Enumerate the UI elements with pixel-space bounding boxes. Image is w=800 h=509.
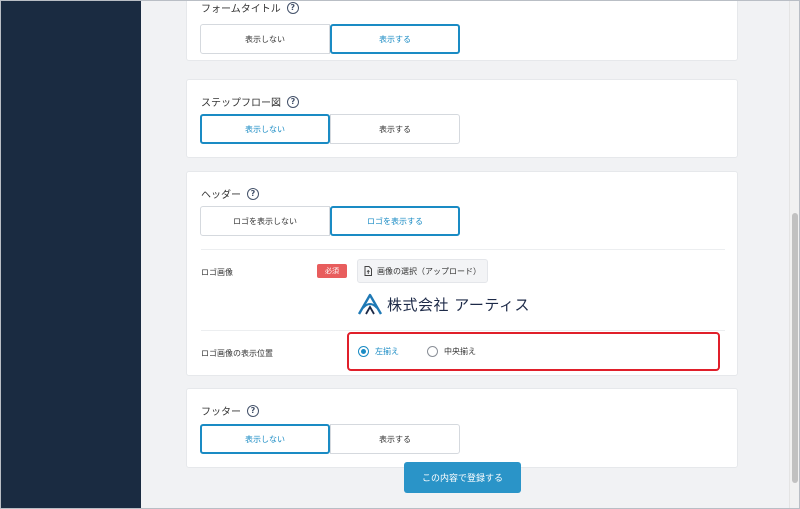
step-flow-toggle: 表示しない 表示する: [200, 114, 460, 144]
upload-image-button[interactable]: 画像の選択（アップロード）: [357, 259, 488, 283]
header-card: ヘッダー ? ロゴを表示しない ロゴを表示する ロゴ画像 必須 画像の選択（アッ…: [186, 171, 738, 376]
form-title-show-button[interactable]: 表示する: [330, 24, 460, 54]
align-center-option[interactable]: 中央揃え: [427, 346, 476, 357]
divider: [201, 330, 725, 331]
form-title-heading: フォームタイトル ?: [201, 1, 299, 15]
logo-position-radio-group: 左揃え 中央揃え: [347, 332, 720, 371]
step-flow-hide-button[interactable]: 表示しない: [200, 114, 330, 144]
help-icon[interactable]: ?: [247, 187, 259, 200]
footer-card: フッター ? 表示しない 表示する: [186, 388, 738, 468]
radio-unselected-icon[interactable]: [427, 346, 438, 357]
footer-hide-button[interactable]: 表示しない: [200, 424, 330, 454]
help-icon[interactable]: ?: [247, 404, 259, 417]
help-icon[interactable]: ?: [287, 95, 299, 108]
header-show-logo-button[interactable]: ロゴを表示する: [330, 206, 460, 236]
help-icon[interactable]: ?: [286, 1, 299, 14]
logo-image-label: ロゴ画像: [201, 268, 233, 277]
footer-label: フッター: [201, 407, 241, 418]
radio-selected-icon[interactable]: [358, 346, 369, 357]
divider: [201, 249, 725, 250]
upload-button-label: 画像の選択（アップロード）: [377, 266, 481, 276]
company-logo-text: 株式会社 アーティス: [387, 295, 530, 314]
align-left-option[interactable]: 左揃え: [358, 346, 399, 357]
footer-toggle: 表示しない 表示する: [200, 424, 460, 454]
main-content: フォームタイトル ? 表示しない 表示する ステップフロー図 ? 表示しない 表…: [141, 1, 789, 508]
company-logo-icon: [357, 293, 383, 315]
header-label: ヘッダー: [201, 190, 241, 201]
file-upload-icon: [364, 266, 372, 276]
step-flow-heading: ステップフロー図 ?: [201, 94, 299, 109]
form-title-hide-button[interactable]: 表示しない: [200, 24, 330, 54]
sidebar: [1, 1, 141, 508]
form-title-card: フォームタイトル ? 表示しない 表示する: [186, 1, 738, 61]
submit-button[interactable]: この内容で登録する: [404, 462, 521, 493]
footer-show-button[interactable]: 表示する: [330, 424, 460, 454]
required-badge: 必須: [317, 264, 347, 278]
step-flow-label: ステップフロー図: [201, 98, 281, 109]
step-flow-card: ステップフロー図 ? 表示しない 表示する: [186, 79, 738, 158]
logo-preview: 株式会社 アーティス: [357, 289, 533, 319]
align-left-label: 左揃え: [375, 347, 399, 356]
scrollbar-thumb[interactable]: [792, 213, 798, 483]
align-center-label: 中央揃え: [444, 347, 476, 356]
step-flow-show-button[interactable]: 表示する: [330, 114, 460, 144]
logo-position-label: ロゴ画像の表示位置: [201, 349, 273, 358]
header-hide-logo-button[interactable]: ロゴを表示しない: [200, 206, 330, 236]
scrollbar[interactable]: [789, 1, 799, 508]
header-toggle: ロゴを表示しない ロゴを表示する: [200, 206, 460, 236]
footer-heading: フッター ?: [201, 403, 259, 418]
form-title-toggle: 表示しない 表示する: [200, 24, 460, 54]
header-heading: ヘッダー ?: [201, 186, 259, 201]
form-title-label: フォームタイトル: [201, 4, 281, 15]
